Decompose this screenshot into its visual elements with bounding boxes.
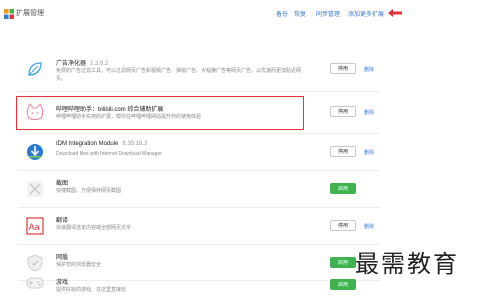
- extension-row: 游戏 提供好玩的游戏、在这里直接玩 启用: [18, 266, 380, 302]
- disable-button[interactable]: 停用: [330, 220, 356, 231]
- disable-button[interactable]: 停用: [330, 146, 356, 157]
- divider: [18, 170, 380, 171]
- divider: [18, 207, 380, 208]
- remove-link[interactable]: 删除: [364, 223, 374, 230]
- extension-name: 游戏: [56, 280, 69, 286]
- divider: [18, 91, 380, 92]
- extension-description: 免费的广告过滤工具，可以过滤网页广告和视频广告、弹窗广告、大幅横广告等网页广告，…: [56, 68, 302, 82]
- divider: [18, 244, 380, 245]
- translate-icon: Aa: [26, 217, 44, 235]
- extension-row: 哔哩哔哩助手：bilibili.com 综合辅助扩展 哔哩哔哩助手实用的扩展，帮…: [16, 95, 380, 131]
- disable-button[interactable]: 停用: [330, 106, 356, 117]
- extension-name: 广告净化器 2.3.6.2: [56, 61, 109, 67]
- extension-name: 翻译: [56, 218, 69, 224]
- backup-link[interactable]: 备份: [276, 9, 288, 18]
- svg-text:Aa: Aa: [29, 222, 40, 232]
- scissors-icon: [27, 181, 43, 197]
- enable-button[interactable]: 启用: [330, 183, 356, 194]
- extension-description: Download files with Internet Download Ma…: [56, 151, 162, 157]
- red-arrow-icon: [388, 9, 402, 17]
- extension-row: 截图 快捷截图、方便保存网页截图 启用: [18, 172, 380, 208]
- watermark-text: 最需教育: [355, 250, 459, 278]
- extension-name: 网盾: [56, 255, 69, 261]
- add-more-extensions-link[interactable]: 添加更多扩展: [348, 9, 384, 18]
- enable-button[interactable]: 启用: [330, 279, 356, 290]
- idm-download-icon: [27, 144, 43, 160]
- remove-link[interactable]: 删除: [364, 109, 374, 116]
- leaf-icon: [28, 62, 42, 76]
- page-title: 扩展管理: [16, 10, 44, 17]
- extension-description: 快捷截图、方便保存网页截图: [56, 188, 122, 194]
- divider: [18, 133, 380, 134]
- disable-button[interactable]: 停用: [330, 63, 356, 74]
- extension-row: 广告净化器 2.3.6.2 免费的广告过滤工具，可以过滤网页广告和视频广告、弹窗广…: [18, 52, 380, 88]
- sync-manage-link[interactable]: 同步管理: [316, 9, 340, 18]
- extension-row: Aa 翻译 快速翻译选定内容或全部网页文字 停用 删除: [18, 209, 380, 245]
- highlight-box: [16, 96, 304, 130]
- remove-link[interactable]: 删除: [364, 66, 374, 73]
- gamepad-icon: [26, 277, 44, 289]
- extension-row: IDM Integration Module 6.35.18.3 Download…: [18, 135, 380, 171]
- extensions-grid-icon: [4, 9, 14, 19]
- remove-link[interactable]: 删除: [364, 149, 374, 156]
- extension-description: 提供好玩的游戏、在这里直接玩: [56, 287, 127, 293]
- header-bar: 扩展管理 备份 恢复 同步管理 添加更多扩展: [0, 0, 478, 24]
- extension-name: IDM Integration Module 6.35.18.3: [56, 141, 148, 147]
- restore-link[interactable]: 恢复: [294, 9, 306, 18]
- extension-description: 快速翻译选定内容或全部网页文字: [56, 225, 132, 231]
- extension-name: 截图: [56, 181, 69, 187]
